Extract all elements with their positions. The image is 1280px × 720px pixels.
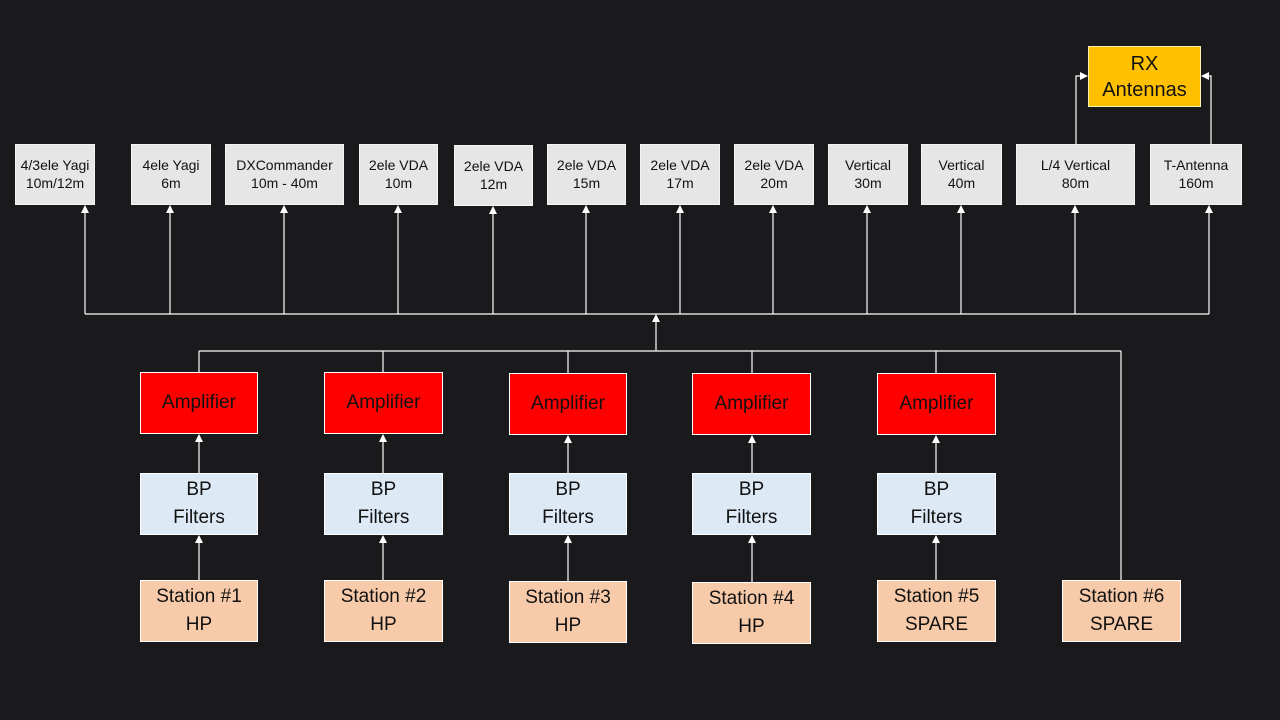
antenna-box-line2: 80m xyxy=(1061,174,1090,191)
bp-filter-box-line1: BP xyxy=(555,479,581,501)
station-box: Station #3 HP xyxy=(509,581,627,643)
rx-feed-80m xyxy=(1075,72,1088,144)
antenna-box: T-Antenna 160m xyxy=(1150,144,1242,205)
station-box-line1: Station #4 xyxy=(708,588,795,610)
bp-filter-box-line1: BP xyxy=(923,479,950,501)
amplifier-box-line1: Amplifier xyxy=(714,393,789,415)
station-box-line2: HP xyxy=(554,615,582,636)
rx-antennas-box-line1: RX xyxy=(1130,52,1159,75)
station-box-line1: Station #5 xyxy=(893,586,980,608)
station-box: Station #1 HP xyxy=(140,580,258,642)
rx-feed-160m xyxy=(1201,72,1212,144)
antenna-box-line2: 10m/12m xyxy=(25,174,85,191)
bp-filter-box-line2: Filters xyxy=(173,507,225,528)
antenna-box-line1: Vertical xyxy=(938,157,985,173)
antenna-box: Vertical 40m xyxy=(921,144,1002,205)
station-box-line1: Station #2 xyxy=(340,586,427,608)
bp-filter-box: BP Filters xyxy=(140,473,258,535)
amplifier-box-line1: Amplifier xyxy=(531,393,605,415)
antenna-box-line2: 12m xyxy=(479,175,508,192)
antenna-box-line1: 2ele VDA xyxy=(744,157,804,173)
antenna-box-line2: 15m xyxy=(572,174,601,191)
antenna-box-line1: L/4 Vertical xyxy=(1040,157,1111,173)
station-box: Station #4 HP xyxy=(692,582,811,644)
station-box-line2: SPARE xyxy=(1089,614,1153,635)
amplifier-box: Amplifier xyxy=(877,373,996,435)
bp-filter-box: BP Filters xyxy=(877,473,996,535)
antenna-box: 2ele VDA 17m xyxy=(640,144,720,205)
antenna-box: 2ele VDA 10m xyxy=(359,144,438,205)
antenna-box-line1: 4/3ele Yagi xyxy=(20,157,90,173)
antenna-box-line2: 10m xyxy=(384,174,413,191)
station-box-line2: SPARE xyxy=(904,614,968,635)
antenna-box-line2: 10m - 40m xyxy=(251,174,318,191)
amplifier-box-line1: Amplifier xyxy=(346,392,421,414)
antenna-box: DXCommander 10m - 40m xyxy=(225,144,344,205)
bp-filter-box-line2: Filters xyxy=(910,507,963,528)
station-box-line1: Station #1 xyxy=(156,586,242,608)
station-box-line1: Station #3 xyxy=(525,587,611,609)
antenna-box-line1: 2ele VDA xyxy=(556,157,617,173)
bp-filter-box-line1: BP xyxy=(738,479,765,501)
antenna-box: 2ele VDA 20m xyxy=(734,144,814,205)
antenna-box-line2: 30m xyxy=(854,174,882,191)
station-box: Station #5 SPARE xyxy=(877,580,996,642)
bp-filter-box: BP Filters xyxy=(324,473,443,535)
station-box-line1: Station #6 xyxy=(1078,586,1165,608)
bp-filter-box: BP Filters xyxy=(509,473,627,535)
antenna-box: 4/3ele Yagi 10m/12m xyxy=(15,144,95,205)
antenna-box: 4ele Yagi 6m xyxy=(131,144,211,205)
amplifier-box-line1: Amplifier xyxy=(899,393,974,415)
antenna-box: Vertical 30m xyxy=(828,144,908,205)
bp-filter-box-line1: BP xyxy=(186,479,212,501)
antenna-box-line2: 40m xyxy=(947,174,976,191)
antenna-box: 2ele VDA 15m xyxy=(547,144,626,205)
station-box: Station #6 SPARE xyxy=(1062,580,1181,642)
bp-filter-box-line1: BP xyxy=(370,479,397,501)
amplifier-box: Amplifier xyxy=(140,372,258,434)
antenna-box-line2: 17m xyxy=(666,174,694,191)
antenna-box-line1: 2ele VDA xyxy=(650,157,710,173)
antenna-box-line1: 2ele VDA xyxy=(368,157,429,173)
antenna-box-line1: 4ele Yagi xyxy=(142,157,200,173)
bp-filter-box-line2: Filters xyxy=(725,507,778,528)
rx-antennas-box: RX Antennas xyxy=(1088,46,1201,107)
antenna-box-line1: Vertical xyxy=(845,157,891,173)
bp-filter-box-line2: Filters xyxy=(357,507,410,528)
antenna-box-line1: DXCommander xyxy=(236,157,333,173)
bp-filter-box-line2: Filters xyxy=(542,507,594,528)
amplifier-box: Amplifier xyxy=(324,372,443,434)
bp-filter-box: BP Filters xyxy=(692,473,811,535)
antenna-box-line1: T-Antenna xyxy=(1163,157,1229,173)
antenna-box-line2: 160m xyxy=(1178,174,1214,191)
antenna-box-line1: 2ele VDA xyxy=(463,158,524,174)
antenna-box: 2ele VDA 12m xyxy=(454,145,533,206)
antenna-box: L/4 Vertical 80m xyxy=(1016,144,1135,205)
station-box-line2: HP xyxy=(185,614,213,635)
station-box-line2: HP xyxy=(738,616,765,637)
antenna-box-line2: 20m xyxy=(760,174,788,191)
amplifier-box: Amplifier xyxy=(692,373,811,435)
station-box: Station #2 HP xyxy=(324,580,443,642)
station-box-line2: HP xyxy=(370,614,397,635)
amplifier-box: Amplifier xyxy=(509,373,627,435)
antenna-box-line2: 6m xyxy=(161,174,181,191)
rx-antennas-box-line2: Antennas xyxy=(1102,78,1187,101)
amplifier-box-line1: Amplifier xyxy=(162,392,236,414)
